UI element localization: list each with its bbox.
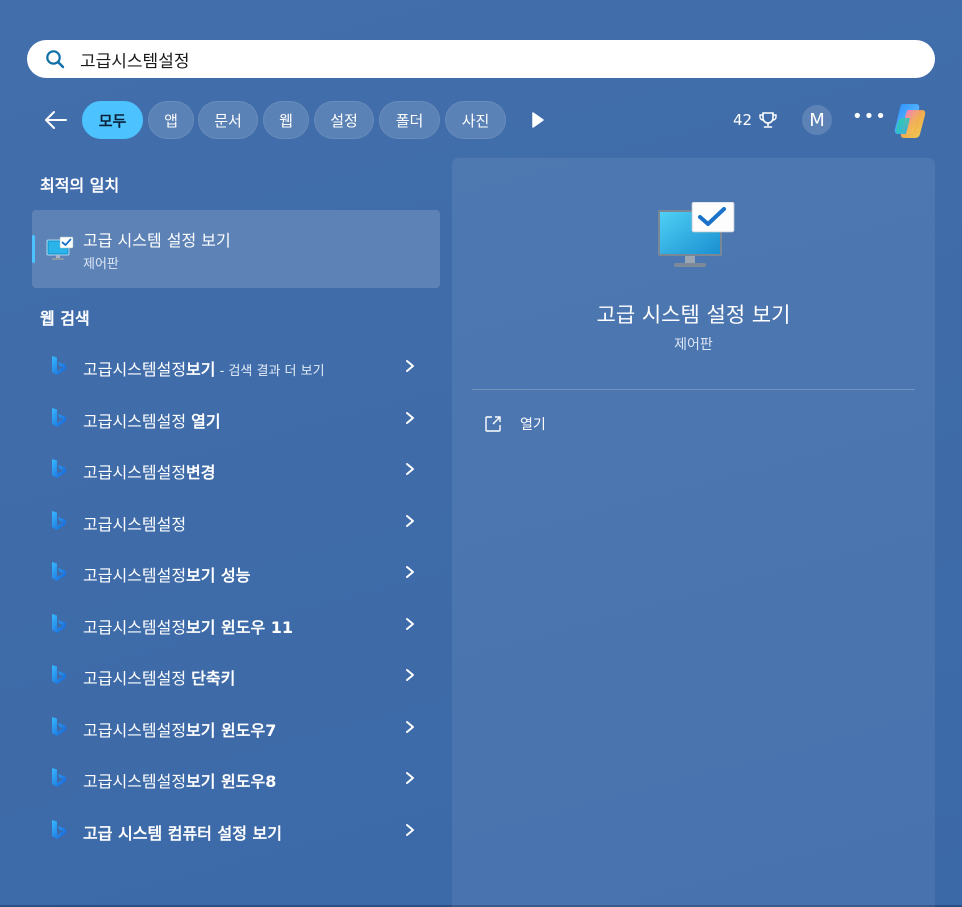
rewards-points[interactable]: 42	[733, 110, 778, 130]
tab-settings[interactable]: 설정	[314, 101, 374, 139]
chevron-right-icon	[406, 772, 414, 784]
best-match-item[interactable]: 고급 시스템 설정 보기 제어판	[32, 210, 440, 288]
query-suggestion: 고급 시스템 컴퓨터 설정 보기	[83, 824, 282, 843]
chevron-right-icon	[406, 463, 414, 475]
best-match-heading: 최적의 일치	[40, 176, 120, 195]
query-plain: 고급시스템설정	[83, 412, 192, 431]
web-result-text: 고급 시스템 컴퓨터 설정 보기	[83, 820, 282, 844]
web-search-heading: 웹 검색	[40, 309, 90, 328]
details-divider	[472, 389, 915, 390]
web-result-text: 고급시스템설정 단축키	[83, 665, 235, 689]
bing-icon	[52, 768, 66, 787]
query-suggestion: 보기 윈도우7	[186, 721, 277, 740]
web-result-text: 고급시스템설정보기 윈도우 11	[83, 614, 293, 638]
copilot-icon[interactable]	[890, 100, 930, 140]
filter-toolbar: 모두 앱 문서 웹 설정 폴더 사진 42 M •••	[0, 100, 962, 142]
bing-icon	[52, 459, 66, 478]
best-match-subtitle: 제어판	[83, 257, 119, 272]
query-plain: 고급시스템설정	[83, 669, 192, 688]
search-box[interactable]	[27, 40, 935, 78]
web-result-item[interactable]: 고급시스템설정	[32, 499, 440, 543]
query-plain: 고급시스템설정	[83, 772, 187, 791]
account-avatar[interactable]: M	[802, 105, 832, 135]
tab-all[interactable]: 모두	[82, 101, 143, 139]
web-result-item[interactable]: 고급시스템설정변경	[32, 447, 440, 491]
bing-icon	[52, 562, 66, 581]
chevron-right-icon	[406, 824, 414, 836]
open-action[interactable]: 열기	[484, 414, 546, 434]
web-result-item[interactable]: 고급시스템설정보기 윈도우 11	[32, 602, 440, 646]
details-title: 고급 시스템 설정 보기	[596, 303, 791, 327]
tab-apps[interactable]: 앱	[148, 101, 194, 139]
open-action-label: 열기	[520, 417, 546, 433]
details-panel: 고급 시스템 설정 보기 제어판 열기	[452, 158, 935, 907]
query-plain: 고급시스템설정	[83, 360, 187, 379]
chevron-right-icon	[406, 515, 414, 527]
query-suggestion: 변경	[186, 463, 216, 482]
query-plain: 고급시스템설정	[83, 721, 187, 740]
best-match-title: 고급 시스템 설정 보기	[83, 231, 231, 250]
query-suggestion: 단축키	[191, 669, 236, 688]
tab-photos[interactable]: 사진	[445, 101, 506, 139]
query-suggestion: 보기 윈도우 11	[186, 618, 294, 637]
query-plain: 고급시스템설정	[83, 566, 187, 585]
chevron-right-icon	[406, 360, 414, 372]
open-external-icon	[485, 416, 501, 432]
bing-icon	[52, 408, 66, 427]
trophy-icon	[759, 112, 777, 128]
query-suggestion: 보기 윈도우8	[186, 772, 277, 791]
web-result-text: 고급시스템설정보기 - 검색 결과 더 보기	[83, 356, 325, 380]
chevron-right-icon	[406, 669, 414, 681]
tab-folders[interactable]: 폴더	[379, 101, 440, 139]
web-result-item[interactable]: 고급시스템설정 열기	[32, 396, 440, 440]
details-subtitle: 제어판	[674, 337, 713, 353]
play-icon[interactable]	[530, 111, 546, 129]
bing-icon	[52, 665, 66, 684]
bing-icon	[52, 511, 66, 530]
web-result-text: 고급시스템설정보기 성능	[83, 562, 251, 586]
web-result-text: 고급시스템설정 열기	[83, 408, 221, 432]
search-icon	[46, 50, 65, 69]
web-result-item[interactable]: 고급시스템설정보기 성능	[32, 550, 440, 594]
web-result-text: 고급시스템설정변경	[83, 459, 216, 483]
bing-icon	[52, 820, 66, 839]
web-result-text: 고급시스템설정보기 윈도우7	[83, 717, 276, 741]
query-plain: 고급시스템설정	[83, 463, 187, 482]
web-result-item[interactable]: 고급시스템설정보기 - 검색 결과 더 보기	[32, 344, 440, 388]
chevron-right-icon	[406, 721, 414, 733]
tab-web[interactable]: 웹	[263, 101, 309, 139]
query-plain: 고급시스템설정	[83, 515, 187, 534]
query-suffix: - 검색 결과 더 보기	[215, 364, 325, 379]
more-options-icon[interactable]: •••	[852, 106, 887, 127]
points-value: 42	[733, 111, 753, 129]
chevron-right-icon	[406, 566, 414, 578]
query-plain: 고급시스템설정	[83, 618, 187, 637]
back-arrow-icon[interactable]	[42, 108, 70, 132]
query-suggestion: 보기	[186, 360, 216, 379]
web-result-text: 고급시스템설정	[83, 511, 186, 535]
web-result-item[interactable]: 고급시스템설정보기 윈도우8	[32, 756, 440, 800]
web-result-text: 고급시스템설정보기 윈도우8	[83, 768, 276, 792]
bing-icon	[52, 614, 66, 633]
chevron-right-icon	[406, 412, 414, 424]
chevron-right-icon	[406, 618, 414, 630]
search-input[interactable]	[80, 49, 880, 69]
query-suggestion: 보기 성능	[186, 566, 251, 585]
monitor-check-icon	[658, 202, 735, 267]
web-result-item[interactable]: 고급시스템설정 단축키	[32, 653, 440, 697]
tab-documents[interactable]: 문서	[198, 101, 258, 139]
start-search-window: 모두 앱 문서 웹 설정 폴더 사진 42 M •••	[0, 0, 962, 907]
web-result-item[interactable]: 고급 시스템 컴퓨터 설정 보기	[32, 808, 440, 852]
monitor-check-icon	[46, 236, 74, 260]
selection-accent	[32, 235, 35, 263]
bing-icon	[52, 356, 66, 375]
query-suggestion: 열기	[191, 412, 221, 431]
bing-icon	[52, 717, 66, 736]
web-result-item[interactable]: 고급시스템설정보기 윈도우7	[32, 705, 440, 749]
